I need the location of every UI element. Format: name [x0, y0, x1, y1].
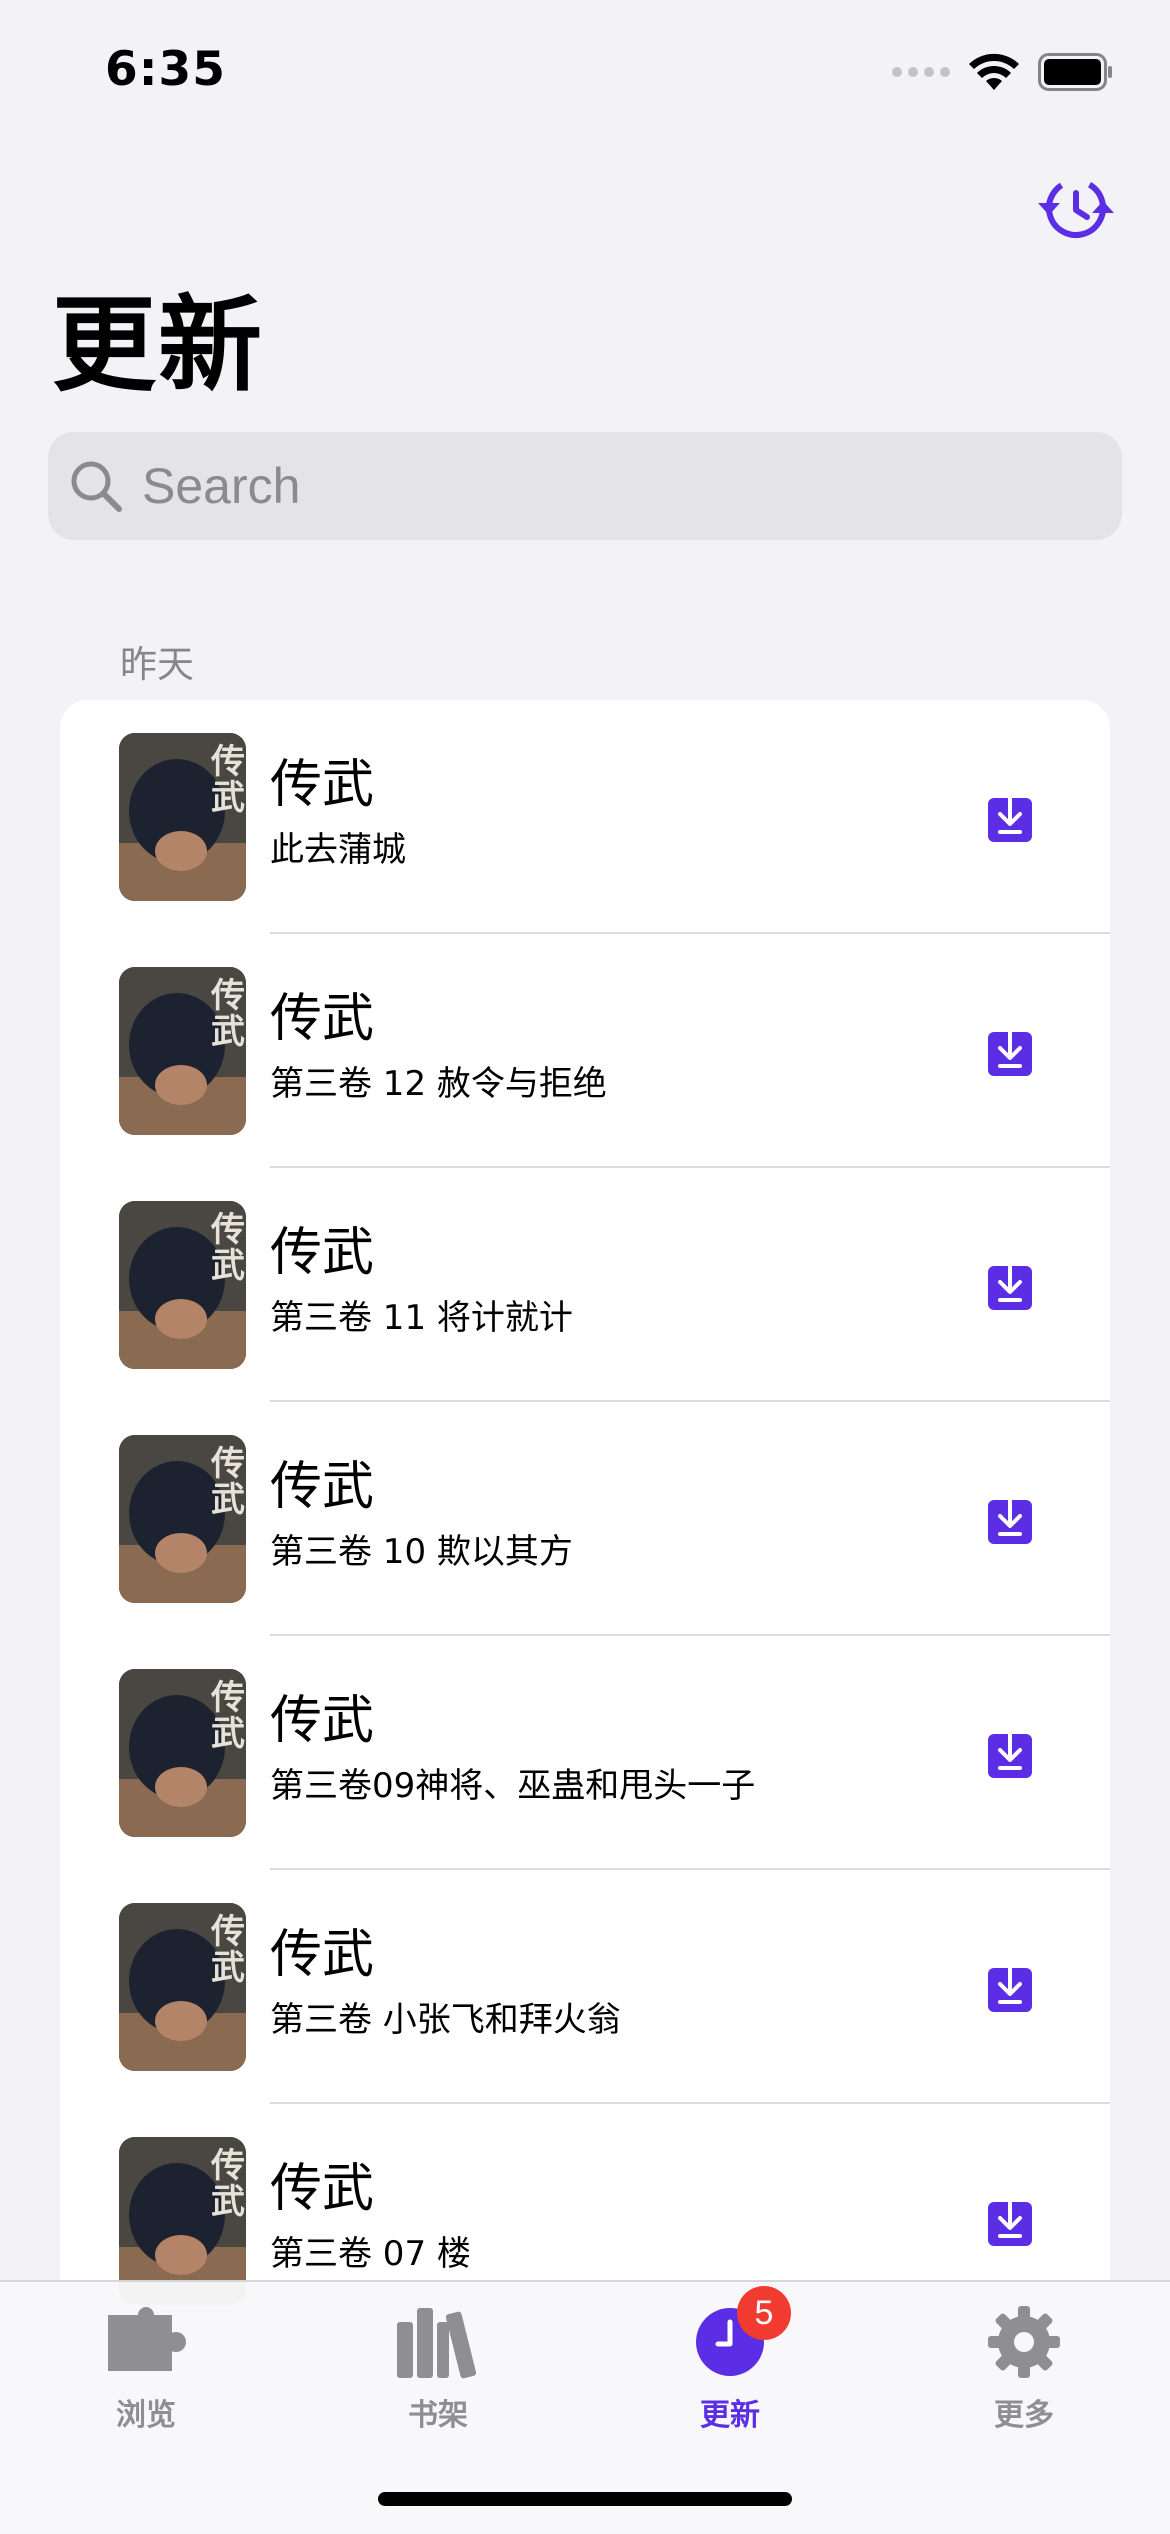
download-icon	[988, 1964, 1032, 2012]
manga-title: 传武	[270, 1223, 375, 1283]
tab-updates[interactable]: 5 更新	[630, 2286, 830, 2442]
manga-cover: 传武	[119, 733, 246, 901]
update-history-button[interactable]	[1032, 168, 1120, 248]
section-header-yesterday: 昨天	[120, 643, 194, 686]
list-item[interactable]: 传武 传武 第三卷09神将、巫蛊和甩头一子	[60, 1636, 1110, 1870]
manga-cover: 传武	[119, 1669, 246, 1837]
wifi-icon	[968, 52, 1020, 92]
puzzle-icon	[101, 2302, 191, 2382]
books-icon	[393, 2302, 483, 2382]
page-title: 更新	[52, 284, 265, 406]
list-item[interactable]: 传武 传武 第三卷 10 欺以其方	[60, 1402, 1110, 1636]
tab-browse[interactable]: 浏览	[46, 2302, 246, 2442]
svg-text:传: 传	[210, 1678, 245, 1718]
manga-title: 传武	[270, 1925, 375, 1985]
updates-list: 传武 传武 此去蒲城 传武 传武 第三卷 12 赦令与拒绝 传武 传武 第三卷 …	[60, 700, 1110, 2400]
svg-text:传: 传	[210, 1912, 245, 1952]
download-icon	[988, 1496, 1032, 1544]
svg-text:传: 传	[210, 2146, 245, 2186]
home-indicator[interactable]	[378, 2492, 792, 2506]
download-icon	[988, 2198, 1032, 2246]
download-button[interactable]	[980, 1724, 1040, 1784]
svg-text:传: 传	[210, 1210, 245, 1250]
status-icons	[892, 52, 1114, 92]
status-time: 6:35	[105, 42, 226, 97]
tab-label: 书架	[408, 2398, 468, 2433]
download-icon	[988, 794, 1032, 842]
download-button[interactable]	[980, 2192, 1040, 2252]
cellular-signal-icon	[892, 67, 950, 77]
svg-text:武: 武	[211, 1012, 245, 1052]
download-icon	[988, 1028, 1032, 1076]
svg-text:武: 武	[211, 2182, 245, 2222]
list-item[interactable]: 传武 传武 第三卷 小张飞和拜火翁	[60, 1870, 1110, 2104]
svg-text:武: 武	[211, 1246, 245, 1286]
manga-cover: 传武	[119, 967, 246, 1135]
chapter-title: 此去蒲城	[270, 830, 406, 870]
search-input[interactable]	[140, 435, 1104, 537]
search-icon	[68, 458, 124, 514]
chapter-title: 第三卷 10 欺以其方	[270, 1532, 573, 1572]
history-refresh-icon	[1038, 178, 1114, 238]
manga-title: 传武	[270, 1457, 375, 1517]
svg-text:武: 武	[211, 778, 245, 818]
chapter-title: 第三卷 11 将计就计	[270, 1298, 573, 1338]
download-button[interactable]	[980, 788, 1040, 848]
list-item[interactable]: 传武 传武 此去蒲城	[60, 700, 1110, 934]
tab-label: 浏览	[116, 2398, 176, 2433]
chapter-title: 第三卷 12 赦令与拒绝	[270, 1064, 607, 1104]
search-bar[interactable]	[48, 432, 1122, 540]
tab-library[interactable]: 书架	[338, 2302, 538, 2442]
svg-text:传: 传	[210, 1444, 245, 1484]
manga-cover: 传武	[119, 1903, 246, 2071]
chapter-title: 第三卷 07 楼	[270, 2234, 471, 2274]
gear-icon	[979, 2302, 1069, 2382]
updates-badge: 5	[737, 2286, 791, 2340]
tab-label: 更多	[994, 2398, 1054, 2433]
manga-title: 传武	[270, 755, 375, 815]
download-button[interactable]	[980, 1256, 1040, 1316]
download-icon	[988, 1262, 1032, 1310]
svg-text:武: 武	[211, 1948, 245, 1988]
clock-icon: 5	[685, 2286, 791, 2382]
download-icon	[988, 1730, 1032, 1778]
svg-text:武: 武	[211, 1714, 245, 1754]
manga-title: 传武	[270, 1691, 375, 1751]
list-item[interactable]: 传武 传武 第三卷 11 将计就计	[60, 1168, 1110, 1402]
download-button[interactable]	[980, 1958, 1040, 2018]
list-item[interactable]: 传武 传武 第三卷 12 赦令与拒绝	[60, 934, 1110, 1168]
manga-cover: 传武	[119, 1201, 246, 1369]
chapter-title: 第三卷09神将、巫蛊和甩头一子	[270, 1766, 756, 1806]
manga-cover: 传武	[119, 1435, 246, 1603]
svg-text:武: 武	[211, 1480, 245, 1520]
manga-title: 传武	[270, 989, 375, 1049]
tab-label: 更新	[700, 2398, 760, 2433]
svg-text:传: 传	[210, 742, 245, 782]
download-button[interactable]	[980, 1490, 1040, 1550]
tab-more[interactable]: 更多	[924, 2302, 1124, 2442]
battery-icon	[1038, 53, 1114, 91]
status-bar: 6:35	[0, 0, 1170, 140]
manga-title: 传武	[270, 2159, 375, 2219]
download-button[interactable]	[980, 1022, 1040, 1082]
svg-text:传: 传	[210, 976, 245, 1016]
chapter-title: 第三卷 小张飞和拜火翁	[270, 2000, 621, 2040]
